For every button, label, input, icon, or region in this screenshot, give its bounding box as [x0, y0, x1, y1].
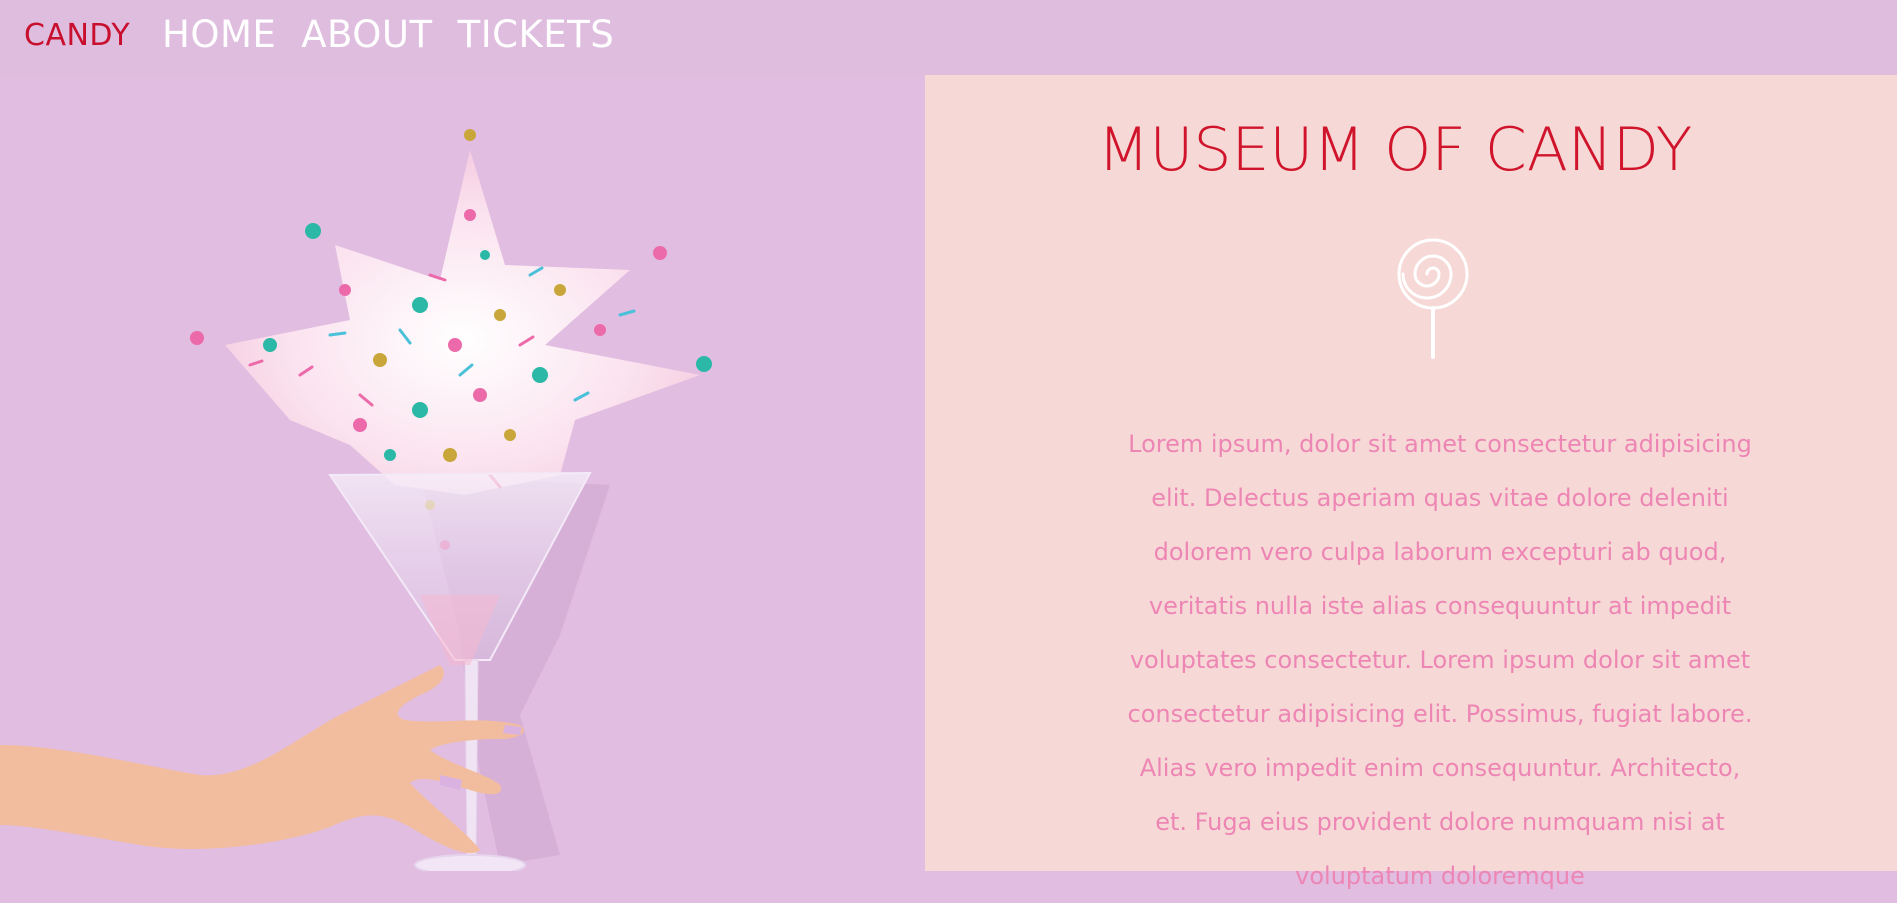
hand — [0, 665, 524, 854]
hero-image — [0, 75, 925, 871]
info-panel: MUSEUM OF CANDY Lorem ipsum, dolor sit a… — [925, 75, 1897, 890]
brand-logo[interactable]: CANDY — [24, 18, 130, 53]
nav-link-tickets[interactable]: TICKETS — [458, 13, 615, 56]
candy-cocktail-illustration — [0, 129, 712, 871]
nav-links: HOME ABOUT TICKETS — [162, 13, 614, 56]
lollipop-icon — [1397, 238, 1469, 359]
nav-link-home[interactable]: HOME — [162, 13, 276, 56]
page-title: MUSEUM OF CANDY — [1097, 115, 1693, 185]
top-nav: CANDY HOME ABOUT TICKETS — [0, 0, 1897, 75]
body-text: Lorem ipsum, dolor sit amet consectetur … — [1127, 430, 1753, 890]
nav-link-about[interactable]: ABOUT — [301, 13, 432, 56]
